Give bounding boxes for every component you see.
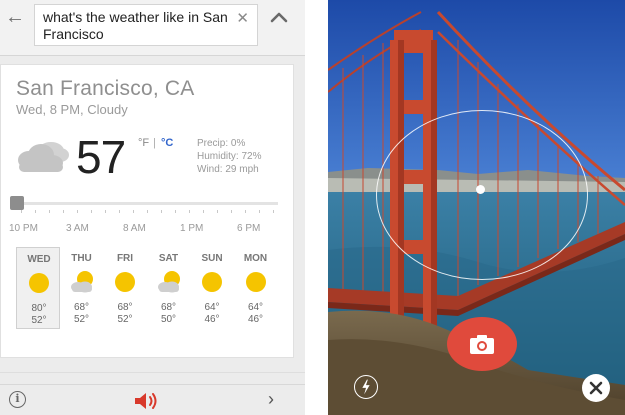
unit-separator: | (153, 137, 156, 149)
info-icon[interactable]: i (9, 391, 26, 408)
day-low-temp: 52° (117, 314, 133, 325)
day-name: THU (71, 253, 92, 264)
hourly-tick (105, 210, 106, 213)
hourly-tick (91, 210, 92, 213)
hourly-tick (161, 210, 162, 213)
bottom-bar: i › (0, 384, 305, 415)
forecast-day-sun[interactable]: SUN 64° 46° (190, 247, 234, 329)
day-low-temp: 52° (73, 314, 90, 325)
speaker-icon[interactable] (132, 390, 162, 412)
focus-ring (376, 110, 588, 280)
wind-stat: Wind: 29 mph (197, 164, 259, 175)
unit-celsius-toggle[interactable]: °C (161, 137, 173, 149)
location-title: San Francisco, CA (16, 77, 195, 100)
day-name: SAT (158, 253, 179, 264)
hourly-time-label: 1 PM (180, 223, 204, 234)
flash-icon[interactable] (354, 375, 378, 399)
hourly-time-label: 8 AM (123, 223, 146, 234)
partly-cloudy-icon (70, 271, 93, 293)
partly-cloudy-icon (157, 271, 180, 293)
hourly-tick (63, 210, 64, 213)
hourly-tick (273, 210, 274, 213)
sun-icon (29, 273, 49, 293)
day-high-temp: 64° (204, 302, 220, 313)
hourly-tick (175, 210, 176, 213)
day-name: FRI (116, 253, 134, 264)
camera-viewfinder[interactable] (328, 0, 625, 415)
search-query-text[interactable]: what's the weather like in San Francisco (43, 9, 233, 43)
day-low-temp: 52° (31, 315, 47, 326)
sun-icon (202, 272, 222, 292)
focus-point (476, 185, 485, 194)
hourly-tick (245, 210, 246, 213)
back-arrow-icon[interactable]: ← (2, 6, 28, 30)
day-name: WED (27, 254, 51, 265)
cloud-icon (18, 142, 69, 172)
day-low-temp: 46° (247, 314, 264, 325)
weather-card: San Francisco, CA Wed, 8 PM, Cloudy 57 °… (0, 64, 294, 358)
day-high-temp: 68° (73, 302, 90, 313)
shutter-button[interactable] (447, 317, 517, 371)
hourly-tick (231, 210, 232, 213)
close-icon[interactable] (582, 374, 610, 402)
chevron-right-icon[interactable]: › (268, 389, 274, 410)
forecast-day-fri[interactable]: FRI 68° 52° (103, 247, 147, 329)
forecast-day-mon[interactable]: MON 64° 46° (234, 247, 278, 329)
day-high-temp: 68° (160, 302, 177, 313)
sun-icon (245, 272, 266, 292)
condition-subtitle: Wed, 8 PM, Cloudy (16, 102, 128, 117)
humidity-stat: Humidity: 72% (197, 151, 262, 162)
panel-gap (305, 0, 328, 415)
unit-fahrenheit: °F (138, 137, 150, 149)
day-name: SUN (201, 253, 223, 264)
chevron-up-icon[interactable] (268, 8, 290, 26)
forecast-day-thu[interactable]: THU 68° 52° (60, 247, 104, 329)
day-low-temp: 50° (160, 314, 177, 325)
hourly-tick (21, 210, 22, 213)
day-high-temp: 64° (247, 302, 264, 313)
hourly-tick (203, 210, 204, 213)
hourly-tick (119, 210, 120, 213)
hourly-time-label: 3 AM (66, 223, 89, 234)
hourly-tick (77, 210, 78, 213)
hourly-tick (133, 210, 134, 213)
day-high-temp: 68° (117, 302, 133, 313)
forecast-day-wed[interactable]: WED 80° 52° (16, 247, 60, 329)
hourly-time-label: 10 PM (9, 223, 38, 234)
forecast-day-sat[interactable]: SAT 68° 50° (147, 247, 191, 329)
hourly-slider-track[interactable] (16, 202, 278, 205)
precip-stat: Precip: 0% (197, 138, 246, 149)
divider-line (0, 372, 305, 373)
day-low-temp: 46° (204, 314, 220, 325)
hourly-tick (259, 210, 260, 213)
search-bar: ← what's the weather like in San Francis… (0, 0, 305, 56)
camera-icon (470, 335, 494, 354)
temperature-value: 57 (76, 131, 126, 183)
hourly-slider-handle[interactable] (10, 196, 24, 210)
hourly-tick (35, 210, 36, 213)
day-high-temp: 80° (31, 303, 47, 314)
weather-panel: ← what's the weather like in San Francis… (0, 0, 305, 415)
day-name: MON (243, 253, 268, 264)
hourly-tick (147, 210, 148, 213)
hourly-tick (49, 210, 50, 213)
hourly-time-label: 6 PM (237, 223, 261, 234)
sun-icon (115, 272, 135, 292)
hourly-tick (217, 210, 218, 213)
close-icon[interactable]: ✕ (236, 9, 249, 27)
search-input[interactable]: what's the weather like in San Francisco… (34, 4, 258, 46)
hourly-tick (189, 210, 190, 213)
